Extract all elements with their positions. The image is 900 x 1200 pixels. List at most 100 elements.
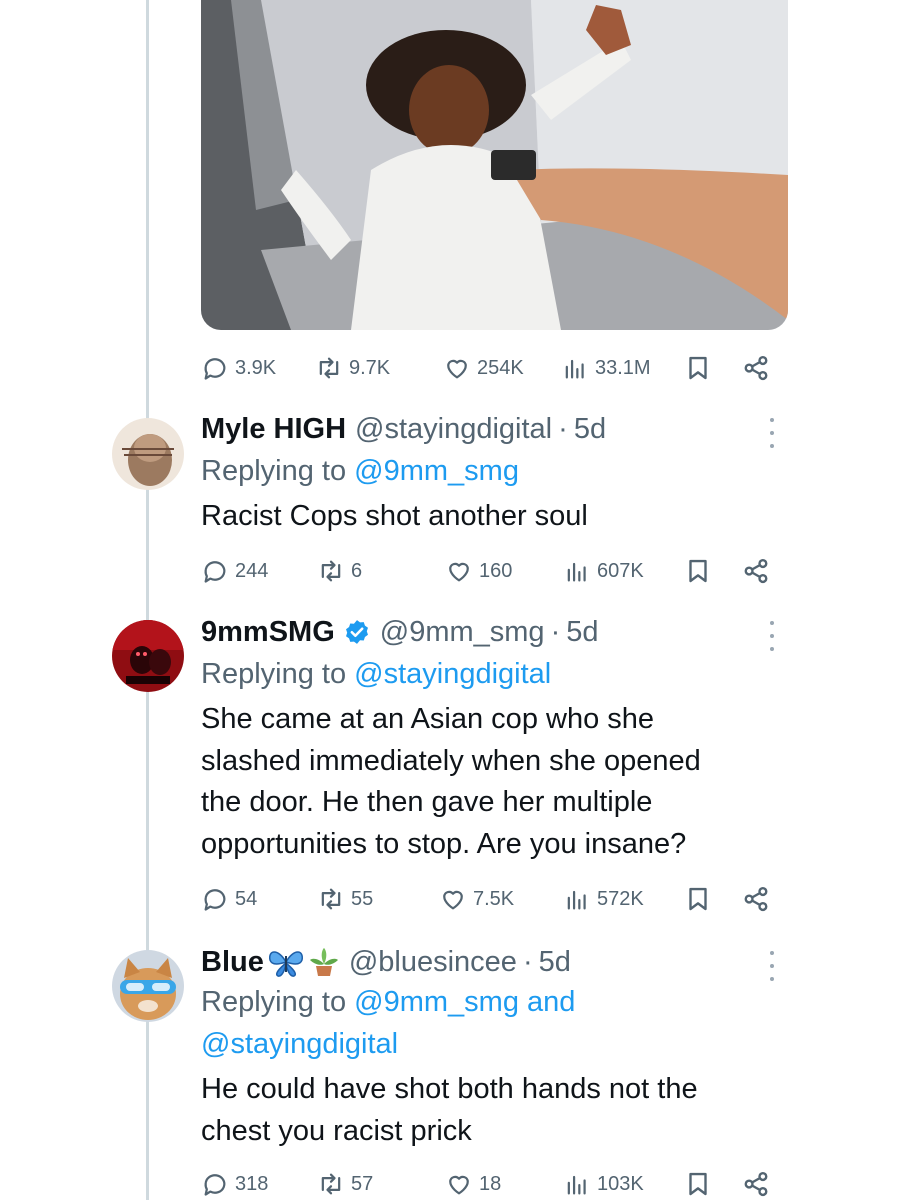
reply-text-line: slashed immediately when she opened [201, 744, 701, 777]
heart-icon [443, 890, 463, 910]
reply-button[interactable]: 318 [201, 1168, 268, 1200]
reply-actions: 318 57 18 103K [201, 1168, 781, 1200]
more-options-button[interactable] [764, 418, 780, 448]
reply-header: Blue @bluesincee · 5d [201, 944, 571, 980]
share-icon [744, 886, 768, 912]
bookmark-icon [689, 356, 707, 380]
replying-to: Replying to @9mm_smg and @stayingdigital [201, 981, 761, 1065]
share-button[interactable] [741, 1168, 771, 1200]
reply-button[interactable]: 244 [201, 555, 268, 587]
views-count: 33.1M [595, 356, 651, 379]
like-count: 7.5K [473, 887, 515, 910]
reply-header: Myle HIGH @stayingdigital · 5d [201, 411, 606, 447]
share-icon [744, 355, 768, 381]
post-media-video[interactable] [201, 0, 788, 330]
reply-text-line: chest you racist prick [201, 1114, 472, 1147]
reply-text: She came at an Asian cop who she slashed… [201, 699, 771, 865]
views-chart-icon [567, 1175, 586, 1195]
bookmark-icon [689, 1172, 707, 1196]
reply-header: 9mmSMG @9mm_smg · 5d [201, 614, 599, 650]
butterfly-icon [268, 951, 303, 977]
replying-to: Replying to @stayingdigital [201, 653, 761, 695]
reply-icon [204, 561, 226, 583]
timestamp[interactable]: 5d [539, 944, 571, 980]
user-handle[interactable]: @stayingdigital [355, 411, 552, 447]
bookmark-button[interactable] [683, 883, 713, 915]
heart-icon [449, 1175, 469, 1195]
heart-icon [449, 562, 469, 582]
mention-link[interactable]: @stayingdigital [354, 658, 551, 690]
repost-button[interactable]: 55 [317, 883, 373, 915]
bookmark-icon [689, 559, 707, 583]
main-post-actions: 3.9K 9.7K 254K 33.1M [201, 352, 781, 384]
mention-link[interactable]: @9mm_smg [354, 986, 519, 1018]
repost-icon [319, 357, 339, 379]
repost-icon [321, 1173, 341, 1195]
user-name[interactable]: Myle HIGH [201, 411, 346, 447]
views-chart-icon [567, 562, 586, 582]
verified-badge-icon [345, 620, 368, 644]
separator-dot: · [550, 616, 561, 648]
user-name[interactable]: Blue [201, 944, 264, 980]
timestamp[interactable]: 5d [574, 411, 606, 447]
views-button[interactable]: 103K [563, 1168, 644, 1200]
views-count: 607K [597, 559, 644, 582]
like-button[interactable]: 18 [445, 1168, 501, 1200]
user-name[interactable]: 9mmSMG [201, 614, 335, 650]
reply-icon [204, 1174, 226, 1196]
more-options-button[interactable] [764, 621, 780, 651]
views-button[interactable]: 607K [563, 555, 644, 587]
repost-count: 6 [351, 559, 363, 582]
reply-text: He could have shot both hands not the ch… [201, 1069, 771, 1152]
replying-to-label: Replying to [201, 658, 347, 690]
share-icon [744, 558, 768, 584]
like-count: 160 [479, 559, 513, 582]
avatar-blue[interactable] [112, 950, 184, 1022]
reply-icon [204, 358, 226, 380]
repost-count: 57 [351, 1172, 374, 1195]
share-button[interactable] [741, 883, 771, 915]
views-button[interactable]: 572K [563, 883, 644, 915]
reply-button[interactable]: 54 [201, 883, 257, 915]
timestamp[interactable]: 5d [566, 614, 598, 650]
repost-count: 55 [351, 887, 374, 910]
repost-button[interactable]: 6 [317, 555, 362, 587]
mention-conjunction[interactable]: and [527, 986, 575, 1018]
user-handle[interactable]: @9mm_smg [380, 614, 545, 650]
like-button[interactable]: 7.5K [439, 883, 514, 915]
avatar-9mmsmg[interactable] [112, 620, 184, 692]
heart-icon [447, 359, 467, 379]
avatar-myle-high[interactable] [112, 418, 184, 490]
video-frame-image [201, 0, 788, 330]
more-options-button[interactable] [764, 951, 780, 981]
views-button[interactable]: 33.1M [561, 352, 651, 384]
reply-text-line: He could have shot both hands not the [201, 1073, 698, 1105]
reply-text-line: She came at an Asian cop who she [201, 703, 655, 735]
reply-button[interactable]: 3.9K [201, 352, 276, 384]
portrait-avatar [112, 418, 184, 490]
views-chart-icon [565, 359, 584, 379]
replying-to-label: Replying to [201, 455, 347, 487]
user-handle[interactable]: @bluesincee [349, 944, 517, 980]
like-button[interactable]: 254K [443, 352, 524, 384]
bookmark-button[interactable] [683, 1168, 713, 1200]
repost-button[interactable]: 57 [317, 1168, 373, 1200]
share-button[interactable] [741, 352, 771, 384]
bookmark-button[interactable] [683, 555, 713, 587]
mention-link[interactable]: @stayingdigital [201, 1028, 398, 1060]
share-icon [744, 1171, 768, 1197]
bookmark-button[interactable] [683, 352, 713, 384]
views-count: 572K [597, 887, 644, 910]
mention-link[interactable]: @9mm_smg [354, 455, 519, 487]
reply-count: 3.9K [235, 356, 277, 379]
repost-button[interactable]: 9.7K [315, 352, 390, 384]
replying-to-label: Replying to [201, 986, 347, 1018]
reply-icon [204, 889, 226, 911]
separator-dot: · [558, 413, 568, 445]
share-button[interactable] [741, 555, 771, 587]
replying-to: Replying to @9mm_smg [201, 450, 761, 492]
repost-icon [321, 560, 341, 582]
like-button[interactable]: 160 [445, 555, 512, 587]
reply-actions: 54 55 7.5K 572K [201, 883, 781, 915]
bookmark-icon [689, 887, 707, 911]
